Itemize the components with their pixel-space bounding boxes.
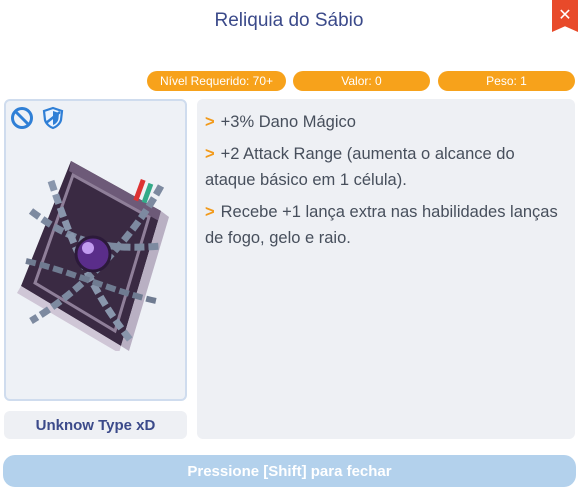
window-title: Reliquia do Sábio xyxy=(214,10,364,31)
item-description-panel: > +3% Dano Mágico > +2 Attack Range (aumen… xyxy=(197,99,575,439)
bullet-arrow: > xyxy=(205,145,215,163)
bullet-arrow: > xyxy=(205,203,215,221)
no-trade-icon xyxy=(11,107,33,129)
bullet-arrow: > xyxy=(205,113,215,131)
description-text: +2 Attack Range (aumenta o alcance do at… xyxy=(205,145,515,189)
description-line: > Recebe +1 lança extra nas habilidades l… xyxy=(205,199,565,251)
required-level-badge: Nível Requerido: 70+ xyxy=(147,71,286,91)
description-line: > +3% Dano Mágico xyxy=(205,109,565,135)
description-line: > +2 Attack Range (aumenta o alcance do a… xyxy=(205,141,565,193)
item-type-label: Unknow Type xD xyxy=(4,411,187,439)
description-text: Recebe +1 lança extra nas habilidades la… xyxy=(205,203,558,247)
value-badge: Valor: 0 xyxy=(293,71,430,91)
weight-badge: Peso: 1 xyxy=(438,71,575,91)
item-image-panel xyxy=(4,99,187,401)
description-text: +3% Dano Mágico xyxy=(220,113,356,131)
shield-icon xyxy=(42,106,64,130)
chained-spellbook-icon xyxy=(17,161,169,351)
close-hint-button[interactable]: Pressione [Shift] para fechar xyxy=(3,455,576,487)
description-list: > +3% Dano Mágico > +2 Attack Range (aumen… xyxy=(197,99,575,251)
close-icon: ✕ xyxy=(558,7,572,24)
